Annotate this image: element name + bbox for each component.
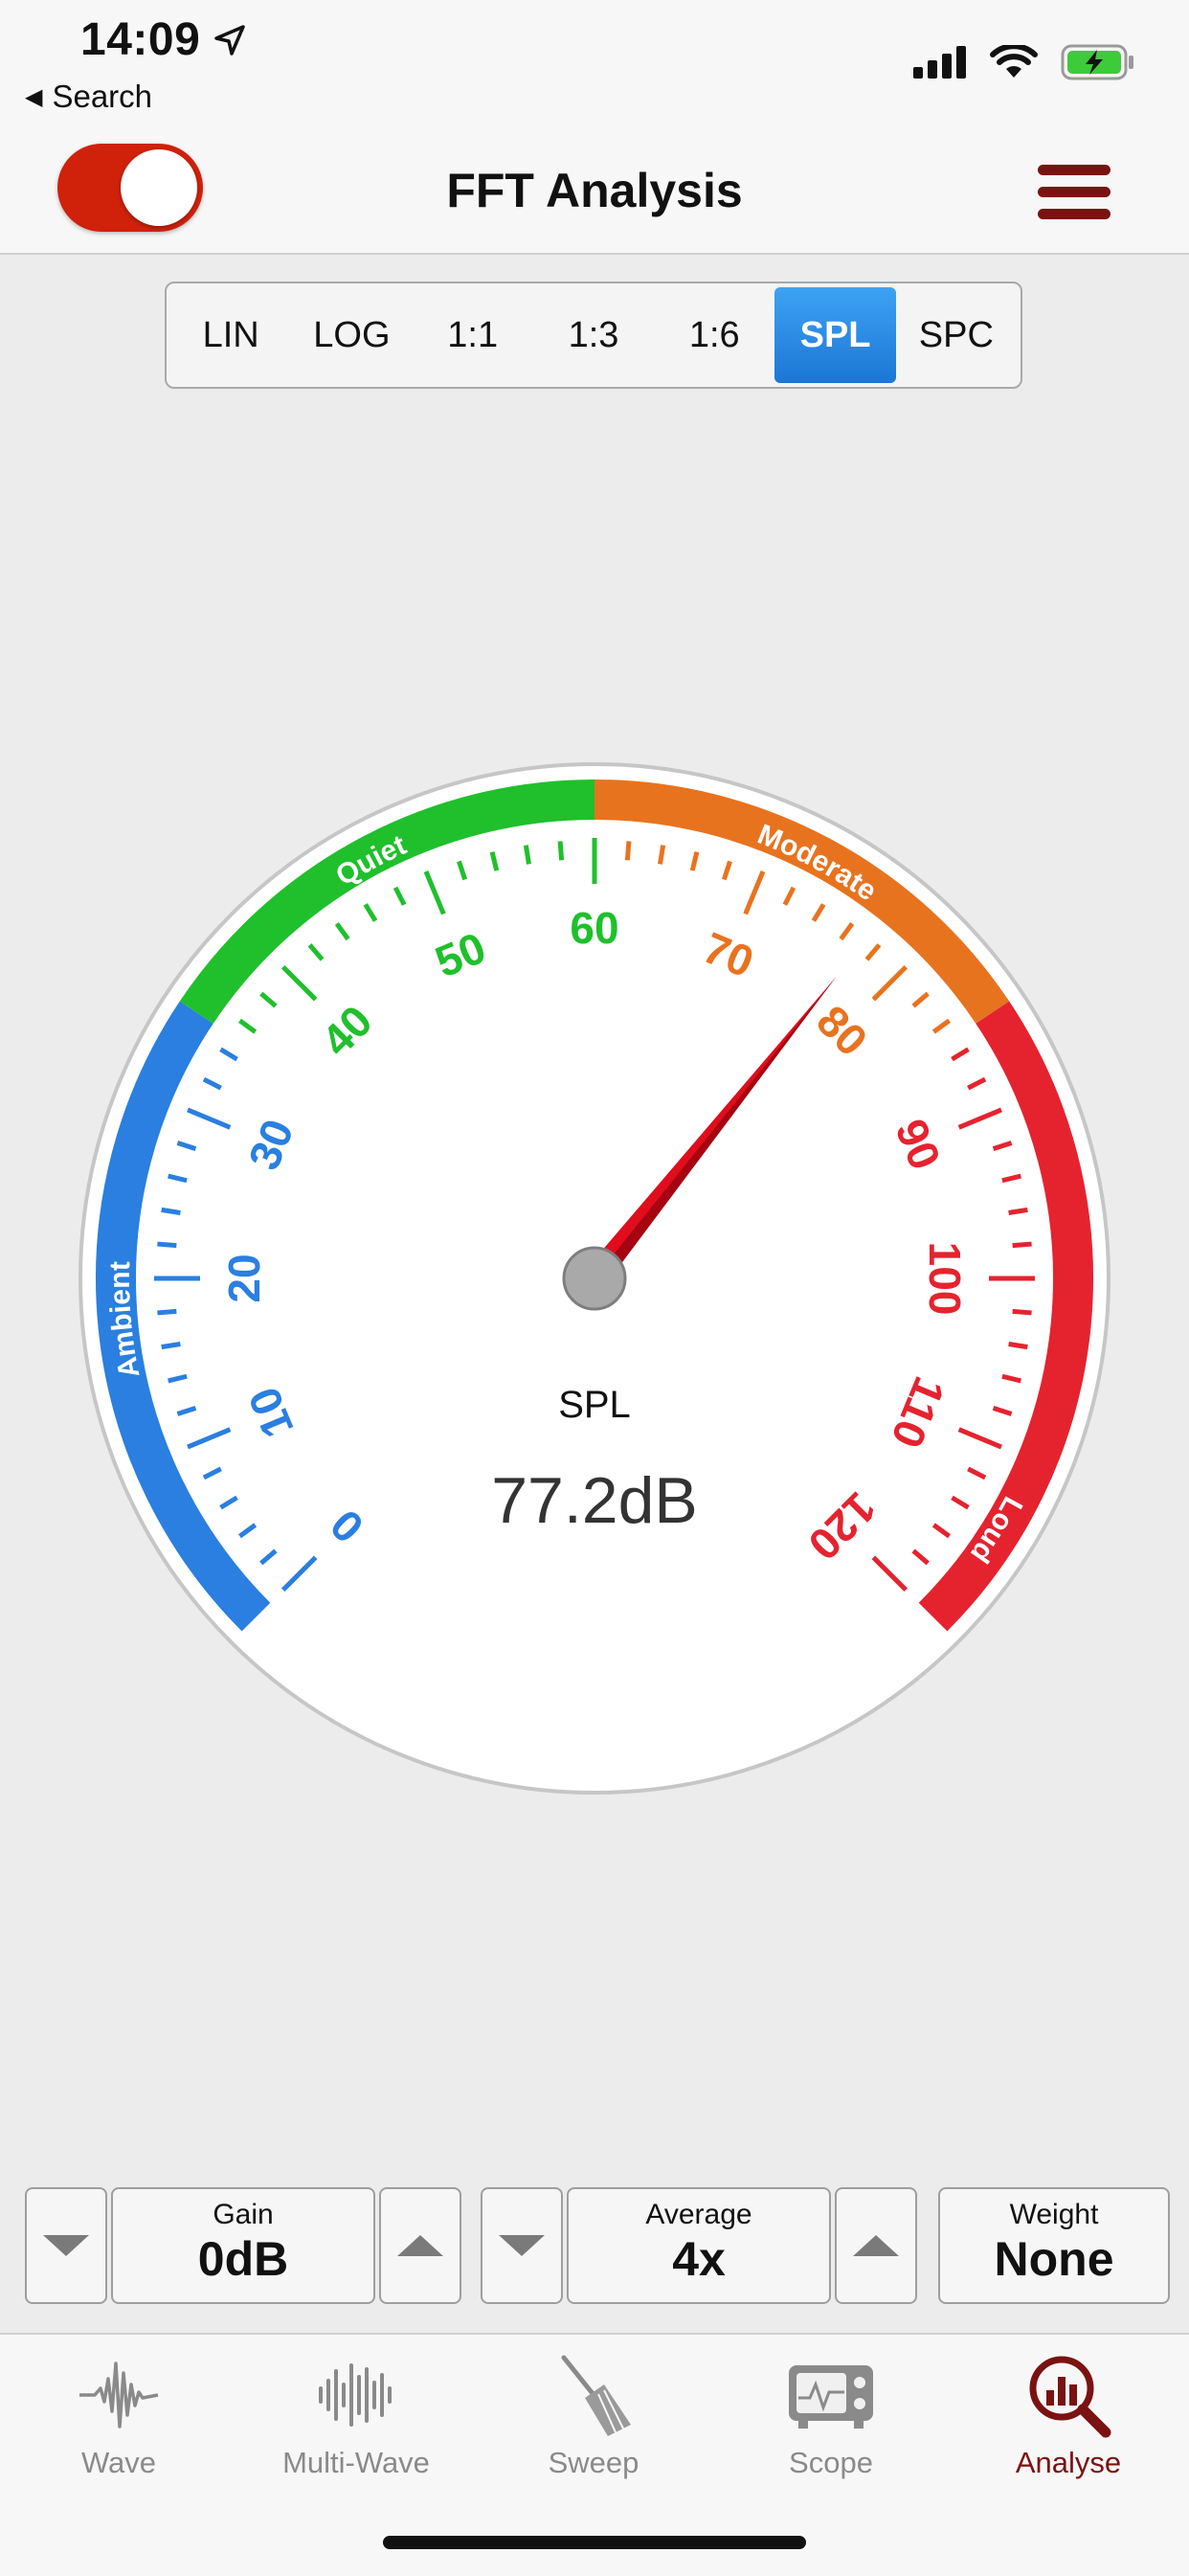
weight-label: Weight [1009, 2199, 1099, 2230]
mode-1-1[interactable]: 1:1 [413, 287, 533, 383]
average-decrease-button[interactable] [481, 2187, 563, 2304]
gauge-minor-tick [624, 841, 632, 861]
gauge-minor-tick [557, 841, 565, 861]
tab-analyse[interactable]: Analyse [950, 2352, 1187, 2480]
gauge-hub [562, 1246, 627, 1311]
tab-multi-wave-label: Multi-Wave [282, 2446, 430, 2479]
gain-display: Gain 0dB [111, 2187, 375, 2304]
gain-label: Gain [213, 2199, 274, 2230]
spl-gauge: AmbientQuiet ModerateLoud 01020304050 60 70… [79, 762, 1110, 1795]
mode-spl[interactable]: SPL [774, 287, 896, 383]
gauge-minor-tick [1008, 1342, 1028, 1350]
triangle-down-icon [499, 2235, 545, 2256]
triangle-up-icon [397, 2235, 443, 2256]
average-value: 4x [672, 2232, 726, 2286]
back-triangle-icon: ◀ [25, 84, 43, 110]
mode-spc[interactable]: SPC [896, 287, 1017, 383]
back-label: Search [52, 79, 153, 114]
tab-analyse-label: Analyse [1015, 2446, 1122, 2479]
gauge-value: 77.2dB [491, 1464, 698, 1537]
gauge-label: SPL [558, 1384, 631, 1426]
gauge-minor-tick [523, 845, 531, 865]
gauge-minor-tick [161, 1207, 181, 1215]
cellular-signal-icon [913, 46, 966, 79]
page-title: FFT Analysis [446, 164, 743, 217]
back-to-search-link[interactable]: ◀ Search [25, 79, 152, 115]
multi-wave-icon [319, 2363, 392, 2427]
gauge-minor-tick [1012, 1241, 1032, 1249]
weight-button[interactable]: Weight None [938, 2187, 1170, 2304]
home-indicator [383, 2536, 806, 2549]
tab-wave[interactable]: Wave [0, 2352, 237, 2480]
triangle-up-icon [853, 2235, 899, 2256]
triangle-down-icon [43, 2235, 89, 2256]
menu-icon[interactable] [1038, 165, 1110, 220]
mode-log[interactable]: LOG [291, 287, 412, 383]
bottom-controls: Gain 0dB Average 4x Weight None [0, 2187, 1189, 2306]
tab-scope-label: Scope [789, 2446, 873, 2479]
gauge-tick-label: 100 [920, 1242, 970, 1316]
average-label: Average [645, 2199, 752, 2230]
mode-1-3[interactable]: 1:3 [533, 287, 654, 383]
gauge-minor-tick [1008, 1207, 1028, 1215]
location-arrow-icon [214, 25, 245, 56]
mode-lin[interactable]: LIN [170, 287, 291, 383]
gauge-minor-tick [1012, 1308, 1032, 1316]
tab-wave-label: Wave [80, 2446, 157, 2479]
weight-value: None [994, 2232, 1114, 2286]
tab-sweep[interactable]: Sweep [475, 2352, 712, 2480]
wifi-icon [990, 45, 1038, 78]
wave-icon [79, 2361, 159, 2429]
mode-1-6[interactable]: 1:6 [654, 287, 774, 383]
gauge-minor-tick [157, 1308, 177, 1316]
average-increase-button[interactable] [835, 2187, 917, 2304]
gauge-tick-label: 60 [570, 903, 618, 953]
tab-multi-wave[interactable]: Multi-Wave [237, 2352, 475, 2480]
broom-icon [561, 2355, 631, 2436]
nav-bar: FFT Analysis [0, 134, 1189, 255]
magnifier-chart-icon [1029, 2356, 1111, 2438]
battery-charging-icon [1061, 44, 1133, 80]
gauge-minor-tick [161, 1342, 181, 1350]
gain-decrease-button[interactable] [25, 2187, 107, 2304]
gauge-minor-tick [157, 1241, 177, 1249]
oscilloscope-icon [789, 2365, 873, 2429]
gauge-minor-tick [658, 845, 666, 865]
gauge-tick-label: 20 [219, 1254, 269, 1302]
tab-sweep-label: Sweep [548, 2446, 639, 2479]
average-display: Average 4x [567, 2187, 831, 2304]
status-time: 14:09 [80, 14, 201, 65]
tab-scope[interactable]: Scope [712, 2352, 950, 2480]
display-mode-segmented-control: LIN LOG 1:1 1:3 1:6 SPL SPC [165, 282, 1022, 389]
gain-value: 0dB [197, 2232, 289, 2286]
gain-increase-button[interactable] [379, 2187, 461, 2304]
status-bar: 14:09 ◀ Search [0, 0, 1189, 134]
